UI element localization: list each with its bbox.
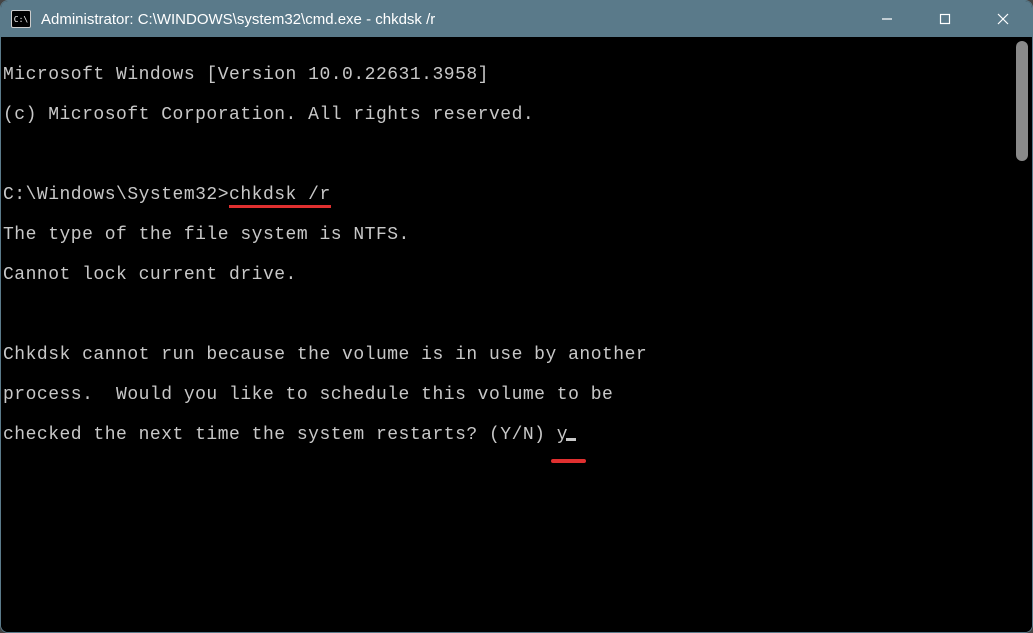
prompt-text: C:\Windows\System32> <box>3 185 229 205</box>
blank-line <box>3 305 1030 325</box>
close-button[interactable] <box>974 1 1032 37</box>
minimize-icon <box>881 13 893 25</box>
prompt-line: C:\Windows\System32>chkdsk /r <box>3 185 1030 205</box>
maximize-icon <box>939 13 951 25</box>
terminal-body[interactable]: Microsoft Windows [Version 10.0.22631.39… <box>1 37 1032 632</box>
blank-line <box>3 145 1030 165</box>
scrollbar-thumb[interactable] <box>1016 41 1028 161</box>
window-controls <box>858 1 1032 37</box>
maximize-button[interactable] <box>916 1 974 37</box>
titlebar[interactable]: C:\ Administrator: C:\WINDOWS\system32\c… <box>1 1 1032 37</box>
window-title: Administrator: C:\WINDOWS\system32\cmd.e… <box>41 11 858 28</box>
user-input-text: y <box>557 425 568 445</box>
cmd-window: C:\ Administrator: C:\WINDOWS\system32\c… <box>0 0 1033 633</box>
output-line: Chkdsk cannot run because the volume is … <box>3 345 1030 365</box>
output-line: (c) Microsoft Corporation. All rights re… <box>3 105 1030 125</box>
output-line: Cannot lock current drive. <box>3 265 1030 285</box>
close-icon <box>997 13 1009 25</box>
prompt-question-text: checked the next time the system restart… <box>3 425 557 445</box>
cmd-icon: C:\ <box>11 10 31 28</box>
output-line: checked the next time the system restart… <box>3 425 1030 445</box>
command-text: chkdsk /r <box>229 185 331 208</box>
minimize-button[interactable] <box>858 1 916 37</box>
output-line: process. Would you like to schedule this… <box>3 385 1030 405</box>
output-line: The type of the file system is NTFS. <box>3 225 1030 245</box>
terminal-content: Microsoft Windows [Version 10.0.22631.39… <box>1 37 1032 493</box>
output-line: Microsoft Windows [Version 10.0.22631.39… <box>3 65 1030 85</box>
